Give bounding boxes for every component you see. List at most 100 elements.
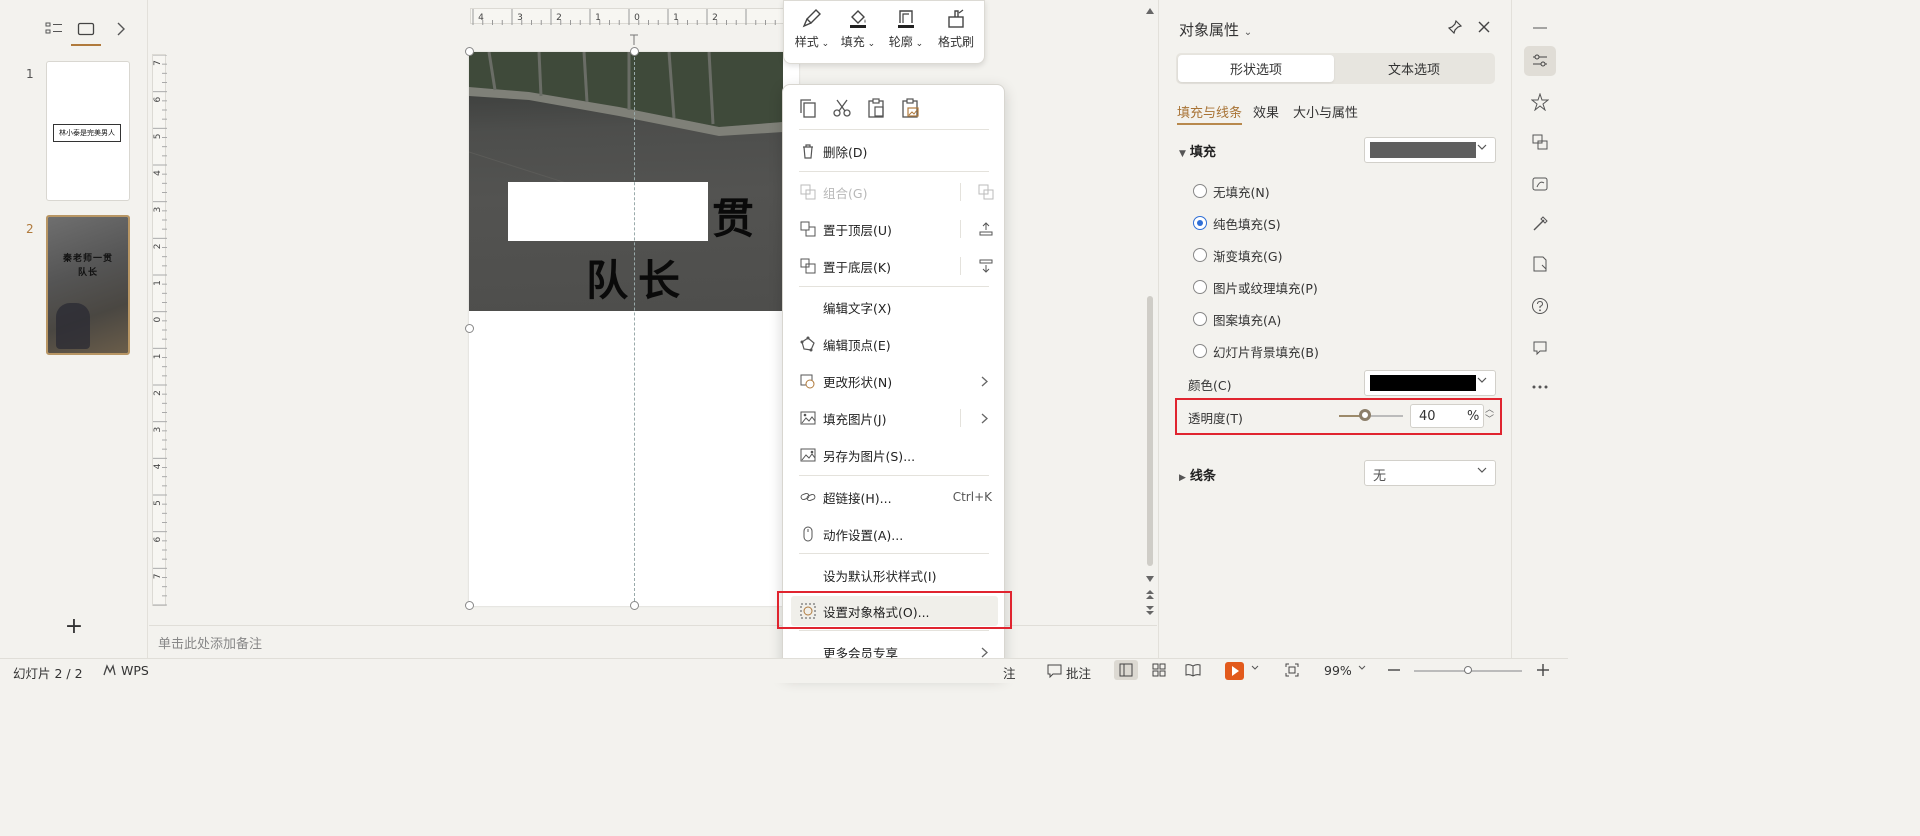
outline-button[interactable]: 轮廓 ⌄ — [884, 7, 928, 50]
prev-slide-icon[interactable] — [1146, 590, 1154, 600]
selection-handle[interactable] — [630, 47, 639, 56]
ruler-tick-label: 7 — [153, 60, 163, 66]
radio-button[interactable] — [1193, 248, 1207, 262]
close-icon[interactable] — [1477, 20, 1491, 34]
line-section-header[interactable]: ▶ 线条 — [1179, 465, 1216, 484]
rotate-handle-icon[interactable] — [628, 34, 640, 46]
line-dropdown[interactable]: 无 — [1364, 460, 1496, 486]
notes-placeholder[interactable]: 单击此处添加备注 — [158, 633, 262, 652]
style-button[interactable]: 样式 ⌄ — [790, 7, 834, 50]
paste-icon[interactable] — [865, 97, 887, 119]
selection-handle[interactable] — [465, 601, 474, 610]
send-to-back-quick-icon[interactable] — [978, 258, 994, 274]
cut-icon[interactable] — [831, 97, 853, 119]
slides-transition-icon[interactable] — [1528, 130, 1552, 154]
next-slide-icon[interactable] — [1146, 606, 1154, 616]
star-icon[interactable] — [1528, 90, 1552, 114]
menu-item-bring-to-front[interactable]: 置于顶层(U) — [783, 214, 1006, 244]
normal-view-icon[interactable] — [1114, 660, 1138, 680]
slide-view-icon[interactable] — [71, 18, 101, 46]
horizontal-ruler: 4 3 2 1 0 1 2 — [470, 8, 788, 25]
wps-label[interactable]: WPS — [121, 663, 149, 678]
bring-to-front-quick-icon[interactable] — [978, 221, 994, 237]
radio-button[interactable] — [1193, 280, 1207, 294]
wps-logo-icon[interactable] — [102, 663, 117, 678]
radio-solid-fill[interactable]: 纯色填充(S) — [1193, 213, 1281, 233]
slide-thumbnail-1[interactable]: 林小泰是完美男人 — [46, 61, 130, 201]
radio-no-fill[interactable]: 无填充(N) — [1193, 181, 1270, 201]
comments-label[interactable]: 批注 — [1066, 663, 1091, 682]
more-icon[interactable] — [1528, 375, 1552, 399]
help-icon[interactable] — [1528, 294, 1552, 318]
properties-title[interactable]: 对象属性 ⌄ — [1179, 19, 1252, 40]
properties-icon[interactable] — [1524, 46, 1556, 76]
slide-text-duizhang[interactable]: 队长 — [586, 247, 690, 308]
format-painter-button[interactable]: 格式刷 — [934, 7, 978, 50]
menu-item-hyperlink[interactable]: 超链接(H)... Ctrl+K — [783, 482, 1006, 512]
menu-item-set-default-style[interactable]: 设为默认形状样式(I) — [783, 560, 1006, 590]
reading-view-icon[interactable] — [1185, 663, 1201, 677]
subtab-fill-line[interactable]: 填充与线条 — [1177, 102, 1243, 125]
paste-as-picture-icon[interactable] — [899, 97, 921, 119]
subtab-effects[interactable]: 效果 — [1253, 102, 1279, 121]
slideshow-play-button[interactable] — [1225, 662, 1244, 680]
chevron-down-icon[interactable] — [1358, 665, 1366, 671]
fill-section-header[interactable]: ▼ 填充 — [1179, 141, 1216, 160]
animation-icon[interactable] — [1528, 172, 1552, 196]
fit-window-icon[interactable] — [1285, 663, 1299, 677]
notes-toggle-label[interactable]: 注 — [1003, 663, 1016, 682]
collapse-panel-icon[interactable] — [110, 18, 132, 40]
scrollbar-thumb[interactable] — [1147, 296, 1153, 566]
outline-view-icon[interactable] — [43, 18, 65, 40]
color-dropdown[interactable] — [1364, 370, 1496, 396]
menu-item-change-shape[interactable]: 更改形状(N) — [783, 366, 1006, 396]
subtab-size-properties[interactable]: 大小与属性 — [1293, 102, 1358, 121]
zoom-slider[interactable] — [1414, 666, 1522, 674]
slide-thumbnail-2[interactable]: 秦老师一贯 队长 — [46, 215, 130, 355]
fill-color-dropdown[interactable] — [1364, 137, 1496, 163]
menu-item-send-to-back[interactable]: 置于底层(K) — [783, 251, 1006, 281]
fill-button[interactable]: 填充 ⌄ — [836, 7, 880, 50]
radio-pattern-fill[interactable]: 图案填充(A) — [1193, 309, 1281, 329]
add-slide-button[interactable]: + — [64, 616, 84, 638]
book-icon[interactable] — [1528, 252, 1552, 276]
minimize-icon[interactable] — [1528, 16, 1552, 40]
radio-button[interactable] — [1193, 312, 1207, 326]
thumbnail-number: 1 — [26, 67, 34, 81]
menu-item-save-as-picture[interactable]: 另存为图片(S)... — [783, 440, 1006, 470]
chevron-down-icon[interactable] — [1251, 665, 1259, 671]
slide-sorter-icon[interactable] — [1152, 663, 1166, 677]
scroll-up-icon[interactable] — [1146, 8, 1154, 14]
comment-icon[interactable] — [1047, 663, 1062, 678]
copy-icon[interactable] — [797, 97, 819, 119]
zoom-level[interactable]: 99% — [1324, 663, 1352, 678]
menu-item-fill-picture[interactable]: 填充图片(J) — [783, 403, 1006, 433]
tab-text-options[interactable]: 文本选项 — [1336, 55, 1492, 82]
radio-button[interactable] — [1193, 344, 1207, 358]
tools-icon[interactable] — [1528, 212, 1552, 236]
menu-item-action-settings[interactable]: 动作设置(A)... — [783, 519, 1006, 549]
zoom-in-icon[interactable] — [1537, 664, 1549, 676]
zoom-out-icon[interactable] — [1388, 669, 1400, 671]
ruler-tick-label: 0 — [153, 317, 163, 323]
menu-item-edit-text[interactable]: 编辑文字(X) — [783, 292, 1006, 322]
selection-handle[interactable] — [465, 47, 474, 56]
pin-icon[interactable] — [1448, 20, 1462, 34]
menu-item-edit-points[interactable]: 编辑顶点(E) — [783, 329, 1006, 359]
white-rectangle-shape[interactable] — [508, 182, 708, 241]
scroll-down-icon[interactable] — [1146, 576, 1154, 582]
selection-handle[interactable] — [630, 601, 639, 610]
slide-text-gong[interactable]: 贯 — [712, 185, 754, 246]
vertical-scrollbar[interactable] — [1143, 0, 1157, 625]
radio-button[interactable] — [1193, 184, 1207, 198]
menu-item-delete[interactable]: 删除(D) — [783, 136, 1006, 166]
radio-button[interactable] — [1193, 216, 1207, 230]
support-icon[interactable] — [1528, 335, 1552, 359]
radio-gradient-fill[interactable]: 渐变填充(G) — [1193, 245, 1282, 265]
zoom-slider-knob[interactable] — [1464, 666, 1472, 674]
radio-picture-fill[interactable]: 图片或纹理填充(P) — [1193, 277, 1318, 297]
save-picture-icon — [798, 445, 818, 465]
tab-shape-options[interactable]: 形状选项 — [1178, 55, 1334, 82]
selection-handle[interactable] — [465, 324, 474, 333]
radio-slide-bg-fill[interactable]: 幻灯片背景填充(B) — [1193, 341, 1319, 361]
